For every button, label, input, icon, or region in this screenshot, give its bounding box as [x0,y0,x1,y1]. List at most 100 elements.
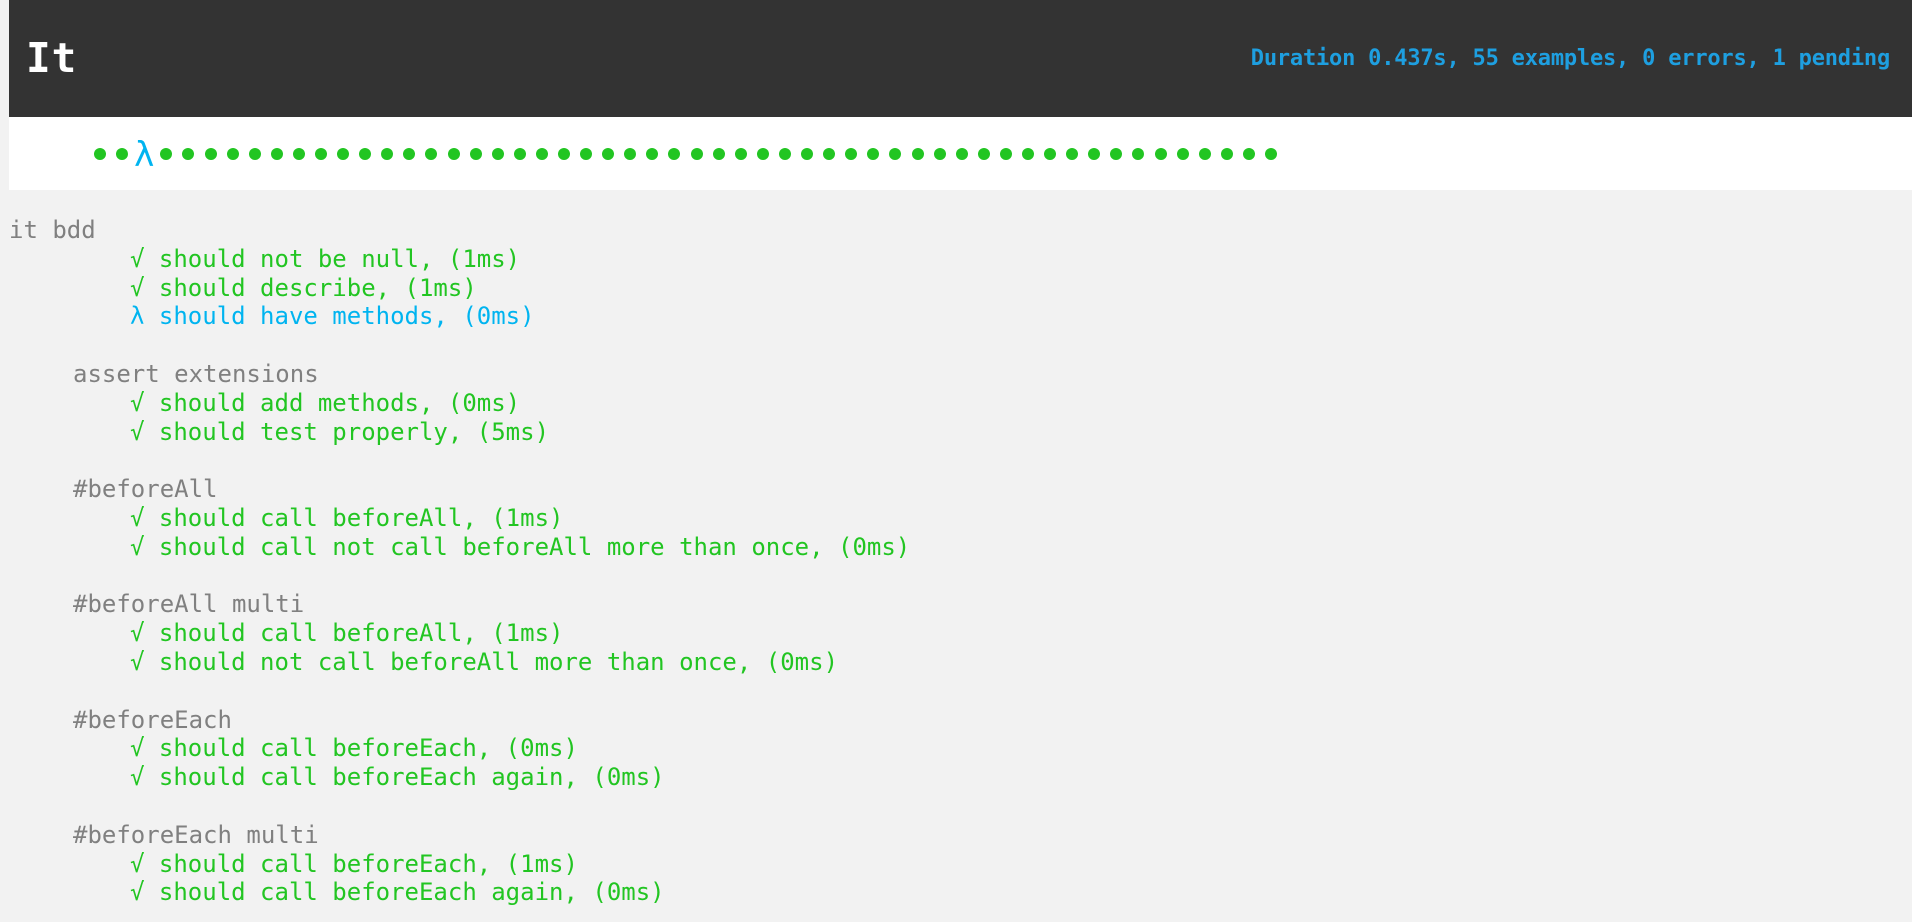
dot-icon [558,148,570,160]
dot-icon [182,148,194,160]
progress-pass-dot [111,117,133,190]
progress-pass-dot [1127,117,1149,190]
test-result-pass: √ should not be null, (1ms) [9,245,1912,274]
dot-icon [205,148,217,160]
test-result-pass: √ should call beforeAll, (1ms) [9,619,1912,648]
dot-icon [160,148,172,160]
report-blank-line [9,331,1912,360]
progress-pass-dot [1260,117,1282,190]
progress-pass-dot [1172,117,1194,190]
progress-pass-dot [929,117,951,190]
dot-icon [646,148,658,160]
progress-pass-dot [487,117,509,190]
progress-pass-dot [1039,117,1061,190]
progress-pass-dot [376,117,398,190]
dot-icon [779,148,791,160]
dot-icon [514,148,526,160]
report-blank-line [9,907,1912,922]
report-blank-line [9,792,1912,821]
progress-pass-dot [641,117,663,190]
report-blank-line [9,446,1912,475]
progress-pass-dot [1216,117,1238,190]
progress-pass-dot [354,117,376,190]
dot-icon [934,148,946,160]
progress-pass-dot [818,117,840,190]
report-blank-line [9,562,1912,591]
progress-pass-dot [1017,117,1039,190]
run-stats-summary: Duration 0.437s, 55 examples, 0 errors, … [1251,46,1890,71]
dot-icon [337,148,349,160]
progress-pass-dot [686,117,708,190]
dot-icon [1066,148,1078,160]
progress-pass-dot [840,117,862,190]
dot-icon [1110,148,1122,160]
lambda-icon: λ [134,138,154,172]
dot-icon [735,148,747,160]
dot-icon [602,148,614,160]
progress-pass-dot [663,117,685,190]
dot-icon [978,148,990,160]
progress-pass-dot [332,117,354,190]
progress-pass-dot [420,117,442,190]
progress-pass-dot [199,117,221,190]
test-result-pass: √ should describe, (1ms) [9,274,1912,303]
progress-pass-dot [1238,117,1260,190]
dot-icon [536,148,548,160]
progress-pass-dot [531,117,553,190]
progress-pass-dot [398,117,420,190]
dot-icon [580,148,592,160]
progress-pass-dot [509,117,531,190]
dot-icon [1265,148,1277,160]
progress-pending-marker: λ [133,117,155,190]
dot-icon [271,148,283,160]
dot-icon [845,148,857,160]
dot-icon [1000,148,1012,160]
dot-icon [668,148,680,160]
suite-heading: it bdd [9,216,1912,245]
report-blank-line [9,677,1912,706]
progress-pass-dot [266,117,288,190]
dot-icon [470,148,482,160]
progress-pass-dot [619,117,641,190]
dot-icon [1088,148,1100,160]
progress-pass-dot [310,117,332,190]
dot-icon [227,148,239,160]
progress-pass-dot [951,117,973,190]
dot-icon [757,148,769,160]
dot-icon [315,148,327,160]
progress-pass-dot [906,117,928,190]
progress-pass-dot [155,117,177,190]
test-result-pass: √ should call not call beforeAll more th… [9,533,1912,562]
progress-pass-dot [575,117,597,190]
dot-icon [403,148,415,160]
dot-icon [1199,148,1211,160]
progress-pass-dot [244,117,266,190]
dot-icon [1177,148,1189,160]
progress-pass-dot [884,117,906,190]
dot-icon [249,148,261,160]
test-result-pass: √ should call beforeEach again, (0ms) [9,878,1912,907]
dot-icon [1132,148,1144,160]
header-bar: It Duration 0.437s, 55 examples, 0 error… [9,0,1912,117]
progress-pass-dot [774,117,796,190]
dot-icon [359,148,371,160]
dot-icon [1243,148,1255,160]
progress-pass-dot [1150,117,1172,190]
dot-icon [425,148,437,160]
test-result-pass: √ should call beforeEach, (0ms) [9,734,1912,763]
progress-pass-dot [177,117,199,190]
test-result-pass: √ should call beforeEach, (1ms) [9,850,1912,879]
dot-icon [116,148,128,160]
progress-pass-dot [708,117,730,190]
test-result-pass: √ should not call beforeAll more than on… [9,648,1912,677]
dot-icon [1221,148,1233,160]
dot-icon [492,148,504,160]
suite-heading: #beforeEach multi [9,821,1912,850]
page-title: It [26,38,77,79]
progress-pass-dot [995,117,1017,190]
dot-icon [867,148,879,160]
progress-pass-dot [465,117,487,190]
progress-pass-dot [89,117,111,190]
progress-pass-dot [553,117,575,190]
dot-icon [956,148,968,160]
